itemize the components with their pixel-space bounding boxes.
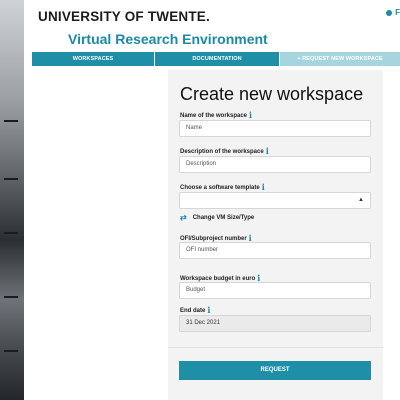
background-photo: [0, 0, 24, 400]
form-divider: [168, 347, 383, 348]
form-title: Create new workspace: [180, 84, 364, 104]
template-label-text: Choose a software template: [180, 185, 260, 191]
name-label-text: Name of the workspace: [180, 113, 248, 119]
info-icon[interactable]: i: [249, 110, 252, 120]
nav-request-new-workspace[interactable]: + REQUEST NEW WORKSPACE: [280, 52, 400, 66]
nav-workspaces[interactable]: WORKSPACES: [32, 52, 155, 66]
select-caret-icon: ▲︎: [358, 197, 364, 203]
end-date-label: End date i: [180, 305, 210, 315]
template-select[interactable]: ▲︎: [179, 192, 371, 209]
site-subtitle[interactable]: Virtual Research Environment: [68, 31, 268, 47]
description-label-text: Description of the workspace: [180, 149, 264, 155]
description-label: Description of the workspace i: [180, 146, 269, 156]
nav-documentation[interactable]: DOCUMENTATION: [155, 52, 280, 66]
info-icon[interactable]: i: [266, 146, 269, 156]
end-date-label-text: End date: [180, 308, 206, 314]
create-workspace-form: Create new workspace Name of the workspa…: [168, 70, 383, 400]
budget-input[interactable]: Budget: [179, 282, 371, 299]
swap-arrows-icon: ⇄: [180, 213, 187, 222]
template-label: Choose a software template i: [180, 182, 265, 192]
language-label: F: [395, 8, 400, 17]
main-nav: WORKSPACES DOCUMENTATION + REQUEST NEW W…: [32, 52, 400, 66]
end-date-field: 31 Dec 2021: [179, 315, 371, 332]
name-label: Name of the workspace i: [180, 110, 252, 120]
description-input[interactable]: Description: [179, 156, 371, 173]
info-icon[interactable]: i: [207, 305, 210, 315]
university-logo-text[interactable]: UNIVERSITY OF TWENTE.: [38, 9, 210, 24]
request-button[interactable]: REQUEST: [179, 361, 371, 380]
ofi-input[interactable]: OFI number: [179, 242, 371, 259]
name-input[interactable]: Name: [179, 120, 371, 137]
info-icon[interactable]: i: [262, 182, 265, 192]
site-header: UNIVERSITY OF TWENTE. Virtual Research E…: [24, 0, 400, 52]
globe-icon: [386, 9, 393, 16]
change-vm-size-label: Change VM Size/Type: [192, 215, 255, 221]
language-selector[interactable]: F: [386, 8, 400, 17]
change-vm-size-link[interactable]: ⇄ Change VM Size/Type: [180, 213, 254, 222]
